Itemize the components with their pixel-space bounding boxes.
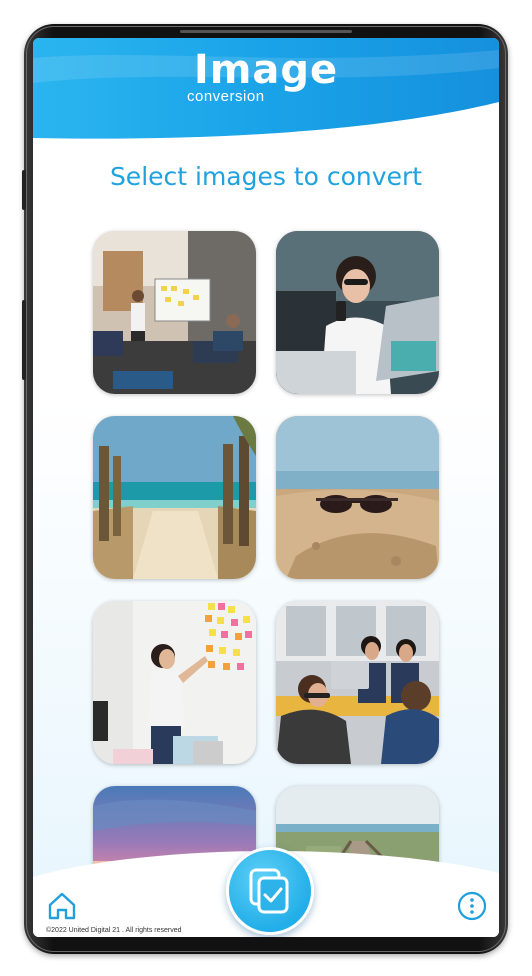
logo-subtitle: conversion (187, 88, 265, 105)
image-team-at-laptops (276, 601, 439, 764)
image-office-team-meeting (93, 231, 256, 394)
image-beach-path-sea (93, 416, 256, 579)
copyright-text: ©2022 United Digital 21 . All rights res… (46, 927, 182, 934)
app-header: Image conversion (33, 38, 499, 148)
logo-title: Image (193, 47, 339, 93)
home-button[interactable] (46, 890, 78, 922)
app-screen: Image conversion Select images to conver… (33, 38, 499, 937)
image-woman-with-phone-laptop (276, 231, 439, 394)
image-tile-beach-path-sea[interactable] (93, 416, 256, 579)
image-tile-woman-sticky-notes[interactable] (93, 601, 256, 764)
device-speaker (180, 30, 352, 33)
image-tile-sunglasses-on-sand[interactable] (276, 416, 439, 579)
page-title: Select images to convert (109, 162, 423, 191)
image-tile-team-at-laptops[interactable] (276, 601, 439, 764)
device-side-button (22, 300, 26, 380)
more-vertical-icon (457, 891, 487, 921)
image-tile-woman-with-phone-laptop[interactable] (276, 231, 439, 394)
convert-button[interactable] (226, 847, 314, 935)
image-sunglasses-on-sand (276, 416, 439, 579)
image-woman-sticky-notes (93, 601, 256, 764)
more-menu-button[interactable] (457, 891, 487, 921)
device-side-button (22, 170, 26, 210)
home-icon (48, 892, 76, 920)
convert-copy-check-icon (249, 868, 289, 914)
image-tile-office-team-meeting[interactable] (93, 231, 256, 394)
